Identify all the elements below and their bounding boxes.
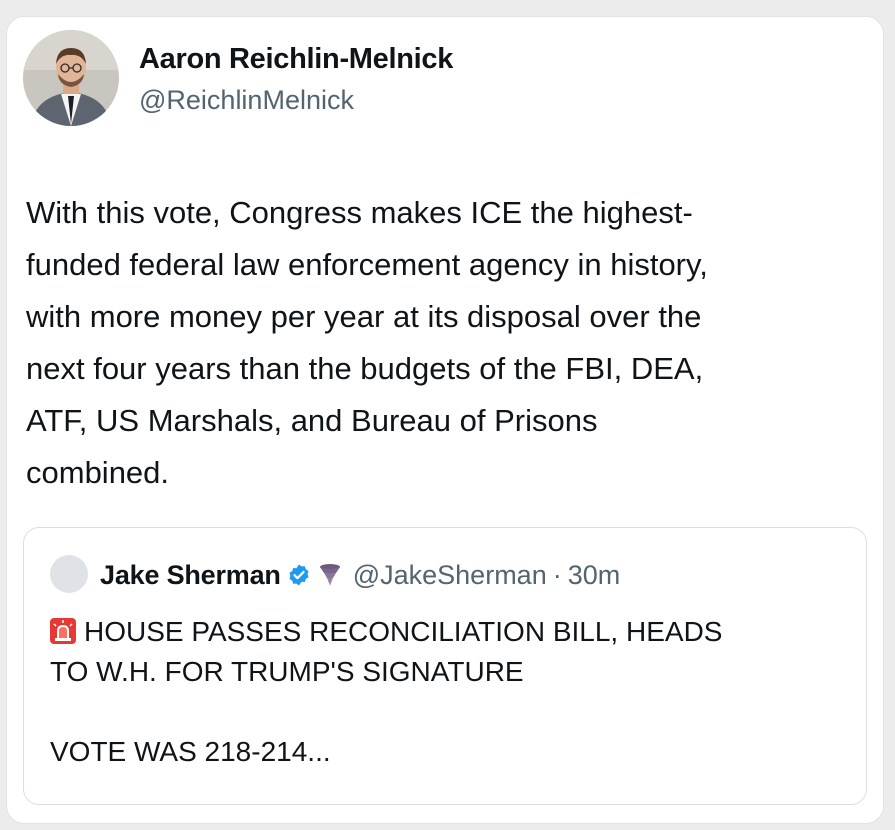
- quoted-tweet-header: Jake Sherman @JakeSherman · 30m: [100, 558, 620, 592]
- quoted-text-line: TO W.H. FOR TRUMP'S SIGNATURE: [50, 656, 524, 687]
- tweet-text-line: ATF, US Marshals, and Bureau of Prisons: [26, 403, 598, 438]
- quoted-text-line: VOTE WAS 218-214...: [50, 736, 331, 767]
- tweet-text-line: funded federal law enforcement agency in…: [26, 247, 708, 282]
- quoted-text-line: HOUSE PASSES RECONCILIATION BILL, HEADS: [50, 612, 850, 652]
- verified-badge-icon: [287, 563, 311, 587]
- tweet-text-line: with more money per year at its disposal…: [26, 299, 702, 334]
- quoted-author-handle[interactable]: @JakeSherman: [353, 560, 547, 591]
- quoted-author-name[interactable]: Jake Sherman: [100, 560, 281, 591]
- tweet-text-line: next four years than the budgets of the …: [26, 351, 704, 386]
- quoted-author-avatar[interactable]: [50, 555, 88, 593]
- quoted-text-spacer: [50, 692, 850, 732]
- author-handle[interactable]: @ReichlinMelnick: [139, 85, 354, 116]
- tornado-icon: [317, 562, 343, 588]
- siren-icon: [50, 615, 76, 644]
- quoted-text-line-content: HOUSE PASSES RECONCILIATION BILL, HEADS: [84, 616, 723, 647]
- tweet-text-line: With this vote, Congress makes ICE the h…: [26, 195, 693, 230]
- quoted-tweet-text: HOUSE PASSES RECONCILIATION BILL, HEADS …: [50, 612, 850, 772]
- author-avatar[interactable]: [23, 30, 119, 126]
- tweet-text-line: combined.: [26, 455, 170, 490]
- separator-dot: ·: [552, 559, 562, 590]
- tweet-text: With this vote, Congress makes ICE the h…: [26, 187, 866, 499]
- author-name[interactable]: Aaron Reichlin-Melnick: [139, 43, 453, 76]
- quoted-timestamp[interactable]: 30m: [568, 560, 621, 591]
- quoted-tweet[interactable]: Jake Sherman @JakeSherman · 30m HOUSE PA…: [23, 527, 867, 805]
- tweet-card[interactable]: Aaron Reichlin-Melnick @ReichlinMelnick …: [6, 16, 884, 824]
